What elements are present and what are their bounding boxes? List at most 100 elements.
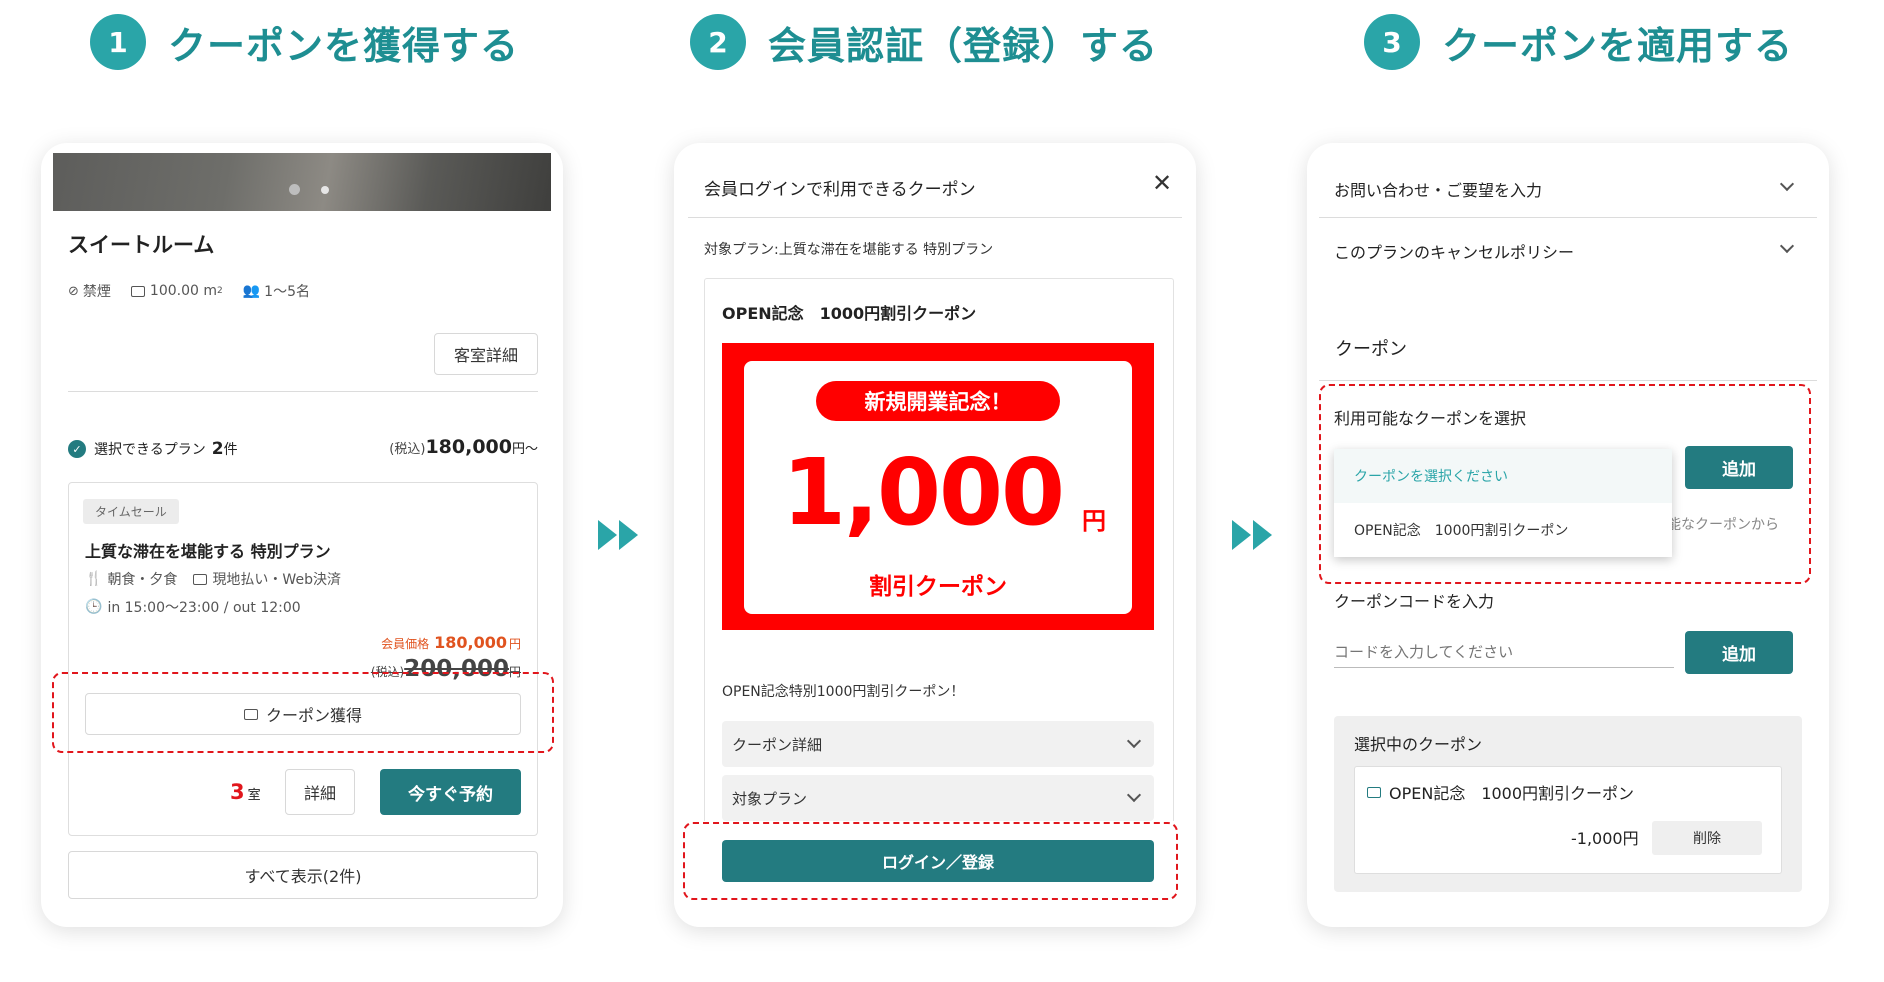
payment-label: 現地払い・Web決済 [212, 572, 341, 588]
coupon-detail-accordion[interactable]: クーポン詳細 [722, 721, 1154, 767]
next-arrow-icon [598, 520, 640, 550]
member-price-label: 会員価格 [381, 637, 430, 651]
plans-count-row: ✓ 選択できるプラン 2 件 [68, 439, 238, 459]
coupon-dropdown[interactable]: クーポンを選択ください OPEN記念 1000円割引クーポン [1334, 449, 1672, 557]
step-number: 2 [690, 14, 746, 70]
booking-form-panel: お問い合わせ・ご要望を入力 このプランのキャンセルポリシー クーポン 利用可能な… [1307, 143, 1829, 927]
selected-coupon-discount: -1,000円 [1571, 829, 1639, 848]
step-1-header: 1 クーポンを獲得する [90, 14, 519, 70]
regular-price-value: 200,000 [404, 656, 509, 682]
coupon-icon [243, 708, 258, 720]
clock-icon: 🕒 [85, 599, 103, 615]
area-icon [130, 285, 145, 297]
coupon-heading: クーポン [1335, 339, 1407, 360]
divider [68, 391, 538, 392]
member-price: 会員価格 180,000 円 [381, 633, 521, 652]
coupon-banner-image: 新規開業記念！ 1,000 円 割引クーポン [722, 343, 1154, 630]
regular-price: (税込) 200,000 円 [371, 656, 521, 682]
divider [1319, 217, 1817, 218]
target-plan-accordion[interactable]: 対象プラン [722, 775, 1154, 821]
checkin-row: 🕒 in 15:00〜23:00 / out 12:00 [85, 597, 301, 617]
rooms-left-count: 3 [230, 780, 245, 804]
member-price-value: 180,000 [434, 633, 507, 652]
add-coupon-button[interactable]: 追加 [1685, 446, 1793, 489]
room-photo [53, 153, 551, 211]
target-plan-text: 対象プラン:上質な滞在を堪能する 特別プラン [704, 242, 994, 258]
modal-title: 会員ログインで利用できるクーポン [704, 180, 976, 200]
plans-count: 2 [211, 439, 224, 459]
inquiry-section[interactable]: お問い合わせ・ご要望を入力 [1334, 177, 1542, 201]
clipped-select-text: 能なクーポンから [1667, 517, 1779, 533]
coupon-code-label: クーポンコードを入力 [1334, 592, 1495, 611]
area-sup: 2 [216, 286, 223, 296]
no-smoking-label: 禁煙 [82, 284, 111, 300]
close-icon[interactable]: ✕ [1152, 169, 1172, 197]
check-circle-icon: ✓ [68, 440, 86, 458]
chevron-down-icon [1126, 787, 1142, 803]
room-detail-button[interactable]: 客室詳細 [434, 333, 538, 375]
step-3-header: 3 クーポンを適用する [1364, 14, 1793, 70]
plan-detail-button[interactable]: 詳細 [285, 769, 355, 815]
next-arrow-icon [1232, 520, 1274, 550]
coupon-name: OPEN記念 1000円割引クーポン [722, 304, 977, 323]
plan-name: 上質な滞在を堪能する 特別プラン [85, 542, 331, 561]
room-name: スイートルーム [68, 233, 215, 257]
plans-unit: 件 [223, 442, 238, 458]
card-icon [193, 573, 208, 585]
selected-coupon-heading: 選択中のクーポン [1354, 735, 1483, 754]
step-title: クーポンを適用する [1442, 23, 1794, 68]
carousel-dot-active[interactable] [289, 184, 300, 195]
coupon-modal-panel: 会員ログインで利用できるクーポン ✕ 対象プラン:上質な滞在を堪能する 特別プラ… [674, 143, 1196, 927]
banner-amount: 1,000 [782, 439, 1065, 546]
login-register-button[interactable]: ログイン／登録 [722, 840, 1154, 882]
people-icon: 👥 [242, 283, 261, 299]
accordion-label: クーポン詳細 [732, 735, 823, 754]
from-price-value: 180,000 [425, 436, 512, 458]
regular-tax-label: (税込) [370, 665, 405, 679]
plan-features: 🍴 朝食・夕食 現地払い・Web決済 [85, 569, 341, 589]
get-coupon-button[interactable]: クーポン獲得 [85, 693, 521, 735]
room-specs: ⊘ 禁煙 100.00 m2 👥 1〜5名 [68, 281, 310, 301]
carousel-dot[interactable] [321, 186, 329, 194]
dropdown-option[interactable]: クーポンを選択ください [1334, 449, 1672, 503]
room-card-panel: スイートルーム ⊘ 禁煙 100.00 m2 👥 1〜5名 客室詳細 ✓ 選択で… [41, 143, 563, 927]
selected-coupon-row: OPEN記念 1000円割引クーポン [1367, 780, 1634, 804]
rooms-left: 3 室 [230, 780, 261, 804]
meals-label: 朝食・夕食 [107, 572, 178, 588]
cancel-policy-section[interactable]: このプランのキャンセルポリシー [1334, 239, 1574, 263]
selected-coupon-box: 選択中のクーポン OPEN記念 1000円割引クーポン -1,000円 削除 [1334, 716, 1802, 892]
step-title: クーポンを獲得する [168, 23, 520, 68]
show-all-button[interactable]: すべて表示(2件) [68, 851, 538, 899]
accordion-label: 対象プラン [732, 789, 808, 808]
plan-card: タイムセール 上質な滞在を堪能する 特別プラン 🍴 朝食・夕食 現地払い・Web… [68, 482, 538, 836]
meal-icon: 🍴 [85, 571, 103, 587]
banner-pill: 新規開業記念！ [816, 381, 1060, 421]
get-coupon-label: クーポン獲得 [265, 706, 362, 725]
delete-coupon-button[interactable]: 削除 [1652, 821, 1762, 855]
step-number: 1 [90, 14, 146, 70]
checkin-label: in 15:00〜23:00 / out 12:00 [107, 600, 301, 616]
chevron-down-icon [1126, 733, 1142, 749]
step-title: 会員認証（登録）する [768, 23, 1159, 68]
divider [1319, 380, 1817, 381]
from-price: (税込) 180,000 円〜 [389, 436, 538, 458]
tax-prefix: (税込) [389, 442, 426, 457]
regular-price-yen: 円 [508, 665, 521, 679]
chevron-down-icon[interactable] [1779, 238, 1795, 254]
coupon-code-input[interactable] [1334, 636, 1674, 668]
coupon-description: OPEN記念特別1000円割引クーポン！ [722, 684, 965, 700]
step-number: 3 [1364, 14, 1420, 70]
select-coupon-label: 利用可能なクーポンを選択 [1334, 409, 1527, 428]
reserve-now-button[interactable]: 今すぐ予約 [380, 769, 521, 815]
selected-coupon-name: OPEN記念 1000円割引クーポン [1389, 784, 1635, 803]
add-code-button[interactable]: 追加 [1685, 631, 1793, 674]
dropdown-option[interactable]: OPEN記念 1000円割引クーポン [1334, 503, 1672, 557]
chevron-down-icon[interactable] [1779, 176, 1795, 192]
from-price-suffix: 円〜 [511, 442, 538, 457]
no-smoking-icon: ⊘ [68, 283, 79, 299]
banner-yen: 円 [1082, 507, 1106, 535]
selected-coupon-card: OPEN記念 1000円割引クーポン -1,000円 削除 [1354, 766, 1782, 874]
coupon-icon [1367, 786, 1381, 798]
member-price-yen: 円 [508, 637, 521, 651]
area-label: 100.00 m [149, 283, 217, 299]
